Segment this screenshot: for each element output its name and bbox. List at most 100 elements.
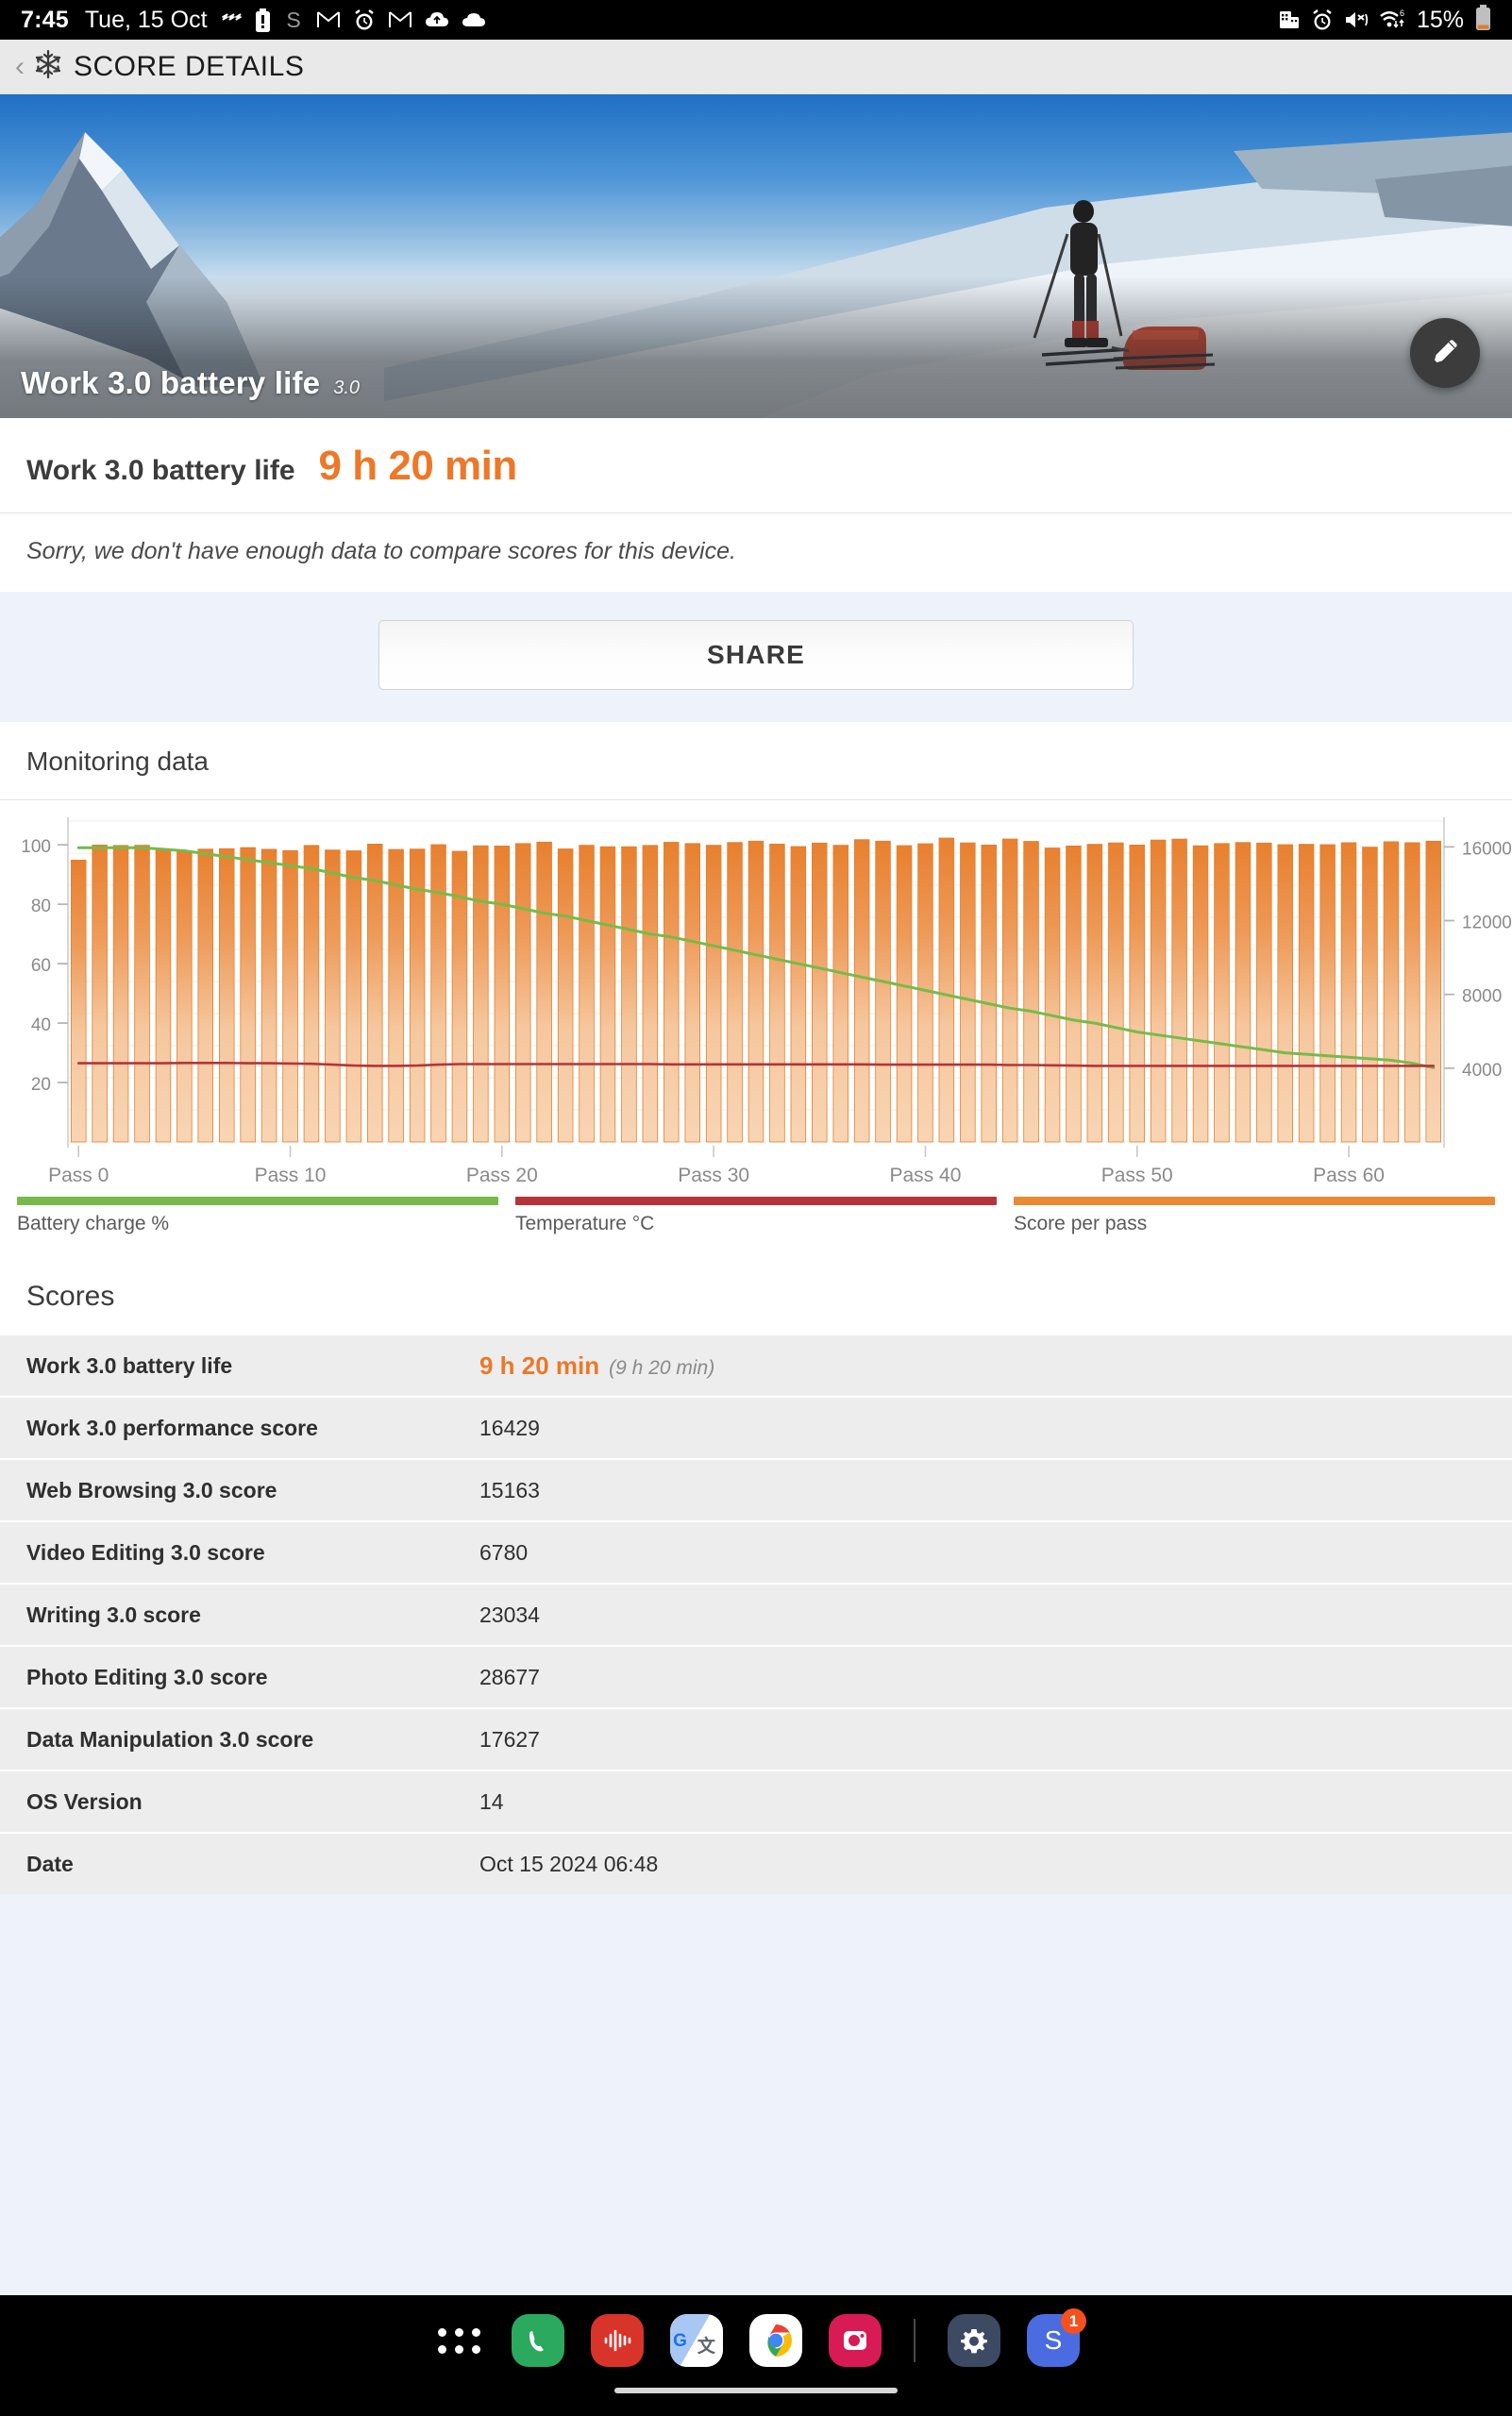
table-row: Data Manipulation 3.0 score 17627 xyxy=(0,1707,1512,1770)
table-row: Work 3.0 performance score 16429 xyxy=(0,1396,1512,1458)
gesture-navigation-bar[interactable] xyxy=(614,2388,898,2393)
score-row-value: 16429 xyxy=(479,1416,540,1441)
score-row-value-sub: (9 h 20 min) xyxy=(609,1356,715,1379)
legend-item-temperature: Temperature °C xyxy=(515,1197,997,1235)
svg-text:100: 100 xyxy=(21,837,51,857)
legend-label: Battery charge % xyxy=(17,1213,170,1234)
samsung-smartthings-icon[interactable]: S 1 xyxy=(1027,2308,1086,2367)
pencil-icon xyxy=(1428,335,1462,372)
score-row-value: 17627 xyxy=(479,1727,540,1753)
cloud-icon xyxy=(462,10,486,29)
svg-text:Pass 60: Pass 60 xyxy=(1313,1165,1385,1186)
svg-text:40: 40 xyxy=(31,1015,51,1035)
svg-text:6: 6 xyxy=(1400,8,1404,18)
snowflake-icon xyxy=(32,48,64,85)
svg-text:Pass 10: Pass 10 xyxy=(255,1165,327,1186)
score-row-label: Writing 3.0 score xyxy=(26,1602,201,1627)
status-time: 7:45 xyxy=(21,6,69,33)
svg-text:60: 60 xyxy=(31,956,51,976)
scores-title: Scores xyxy=(26,1281,115,1312)
table-row: Writing 3.0 score 23034 xyxy=(0,1583,1512,1645)
score-row-value: Oct 15 2024 06:48 xyxy=(479,1852,658,1877)
gmail-icon xyxy=(388,8,412,31)
table-row: Work 3.0 battery life 9 h 20 min (9 h 20 m… xyxy=(0,1334,1512,1396)
chrome-icon[interactable] xyxy=(749,2314,802,2367)
score-row-label: Work 3.0 battery life xyxy=(26,1352,233,1378)
status-right-icons: 6 xyxy=(1278,8,1405,32)
score-header-label: Work 3.0 battery life xyxy=(26,455,295,486)
status-bar-right: 6 15% xyxy=(1278,5,1491,35)
scores-card: Scores Work 3.0 battery life 9 h 20 min (9… xyxy=(0,1256,1512,1894)
legend-item-score: Score per pass xyxy=(1014,1197,1495,1235)
score-row-value: 6780 xyxy=(479,1540,528,1566)
score-row-value: 9 h 20 min (9 h 20 min) xyxy=(479,1351,714,1381)
legend-label: Temperature °C xyxy=(515,1213,655,1234)
cloud-upload-icon xyxy=(425,9,449,30)
voice-recorder-icon[interactable] xyxy=(591,2314,644,2367)
app-drawer-icon[interactable] xyxy=(432,2314,485,2367)
svg-text:80: 80 xyxy=(31,897,51,916)
battery-icon xyxy=(1475,5,1491,35)
monitoring-data-card: Monitoring data 20 40 60 80 100 4000 8000 12000… xyxy=(0,722,1512,1256)
score-row-value-main: 9 h 20 min xyxy=(479,1351,600,1380)
score-row-value-main: 15163 xyxy=(479,1477,540,1502)
google-translate-icon[interactable]: G 文 xyxy=(670,2314,723,2367)
score-row-value-main: Oct 15 2024 06:48 xyxy=(479,1851,659,1876)
samsung-s-icon: S xyxy=(283,8,304,32)
score-row-label: Date xyxy=(26,1851,74,1876)
score-row-label: Web Browsing 3.0 score xyxy=(26,1477,277,1502)
monitoring-chart[interactable]: 20 40 60 80 100 4000 8000 12000 16000 Pass 0 Pass … xyxy=(0,800,1512,1197)
score-row-label: OS Version xyxy=(26,1788,143,1814)
phone-icon[interactable] xyxy=(512,2314,564,2367)
table-row: OS Version 14 xyxy=(0,1770,1512,1832)
instagram-icon[interactable] xyxy=(829,2314,882,2367)
gmail-icon xyxy=(316,8,341,31)
dock-app-row: G 文 S 1 xyxy=(432,2295,1086,2386)
battery-saver-icon xyxy=(255,8,271,32)
hero-banner: Work 3.0 battery life 3.0 xyxy=(0,94,1512,418)
legend-swatch xyxy=(515,1197,997,1205)
score-row-value: 14 xyxy=(479,1789,504,1815)
edit-fab-button[interactable] xyxy=(1410,318,1480,388)
score-row-value-main: 6780 xyxy=(479,1539,529,1565)
legend-swatch xyxy=(1014,1197,1495,1205)
table-row: Date Oct 15 2024 06:48 xyxy=(0,1832,1512,1894)
score-row-value-main: 28677 xyxy=(479,1664,540,1689)
score-row-label: Video Editing 3.0 score xyxy=(26,1539,265,1565)
score-row-value: 28677 xyxy=(479,1665,540,1690)
score-row-value: 15163 xyxy=(479,1478,540,1503)
hero-label: Work 3.0 battery life 3.0 xyxy=(21,365,360,401)
score-header-value: 9 h 20 min xyxy=(318,443,518,489)
alarm-clock-icon xyxy=(1311,8,1334,32)
wifi-icon: 6 xyxy=(1379,8,1405,31)
chart-legend: Battery charge % Temperature °C Score pe… xyxy=(0,1197,1512,1250)
score-row-value-main: 17627 xyxy=(479,1726,540,1752)
sim-card-icon xyxy=(1278,8,1301,31)
alarm-clock-icon xyxy=(353,8,376,32)
navigation-dock: G 文 S 1 xyxy=(0,2295,1512,2416)
legend-swatch xyxy=(17,1197,498,1205)
table-row: Video Editing 3.0 score 6780 xyxy=(0,1520,1512,1583)
share-section: SHARE xyxy=(0,592,1512,722)
score-header-row: Work 3.0 battery life 9 h 20 min xyxy=(0,418,1512,512)
svg-text:8000: 8000 xyxy=(1462,987,1502,1007)
scores-table: Work 3.0 battery life 9 h 20 min (9 h 20 m… xyxy=(0,1334,1512,1894)
hero-benchmark-name: Work 3.0 battery life xyxy=(21,365,321,400)
battery-percent-label: 15% xyxy=(1416,6,1464,33)
score-row-label: Photo Editing 3.0 score xyxy=(26,1664,268,1689)
share-button[interactable]: SHARE xyxy=(378,620,1134,690)
legend-label: Score per pass xyxy=(1014,1213,1148,1234)
svg-text:Pass 50: Pass 50 xyxy=(1101,1165,1173,1186)
table-row: Photo Editing 3.0 score 28677 xyxy=(0,1645,1512,1707)
back-button[interactable]: ‹ xyxy=(15,52,25,81)
svg-text:Pass 20: Pass 20 xyxy=(466,1165,538,1186)
svg-text:4000: 4000 xyxy=(1462,1061,1502,1081)
svg-text:Pass 0: Pass 0 xyxy=(48,1165,109,1186)
svg-text:S: S xyxy=(1045,2325,1063,2355)
score-row-value: 23034 xyxy=(479,1602,540,1628)
monitoring-data-title: Monitoring data xyxy=(26,747,210,776)
settings-icon[interactable] xyxy=(948,2314,1000,2367)
hero-version: 3.0 xyxy=(333,378,361,398)
table-row: Web Browsing 3.0 score 15163 xyxy=(0,1458,1512,1520)
mute-vibrate-icon xyxy=(1344,9,1369,30)
